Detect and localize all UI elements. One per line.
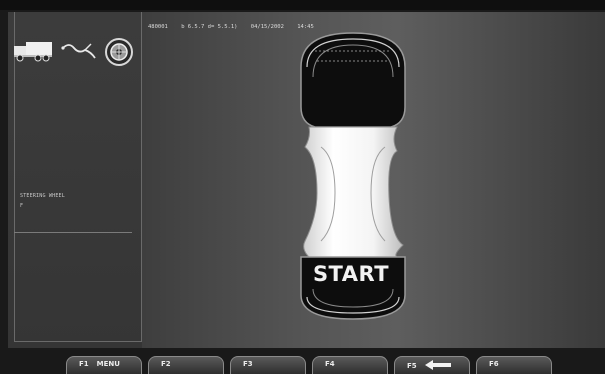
top-border: [0, 0, 605, 10]
f1-menu-button[interactable]: F1 MENU: [66, 356, 142, 374]
panel-value: F: [20, 203, 24, 209]
start-label[interactable]: START: [298, 262, 404, 286]
left-panel-divider: [14, 232, 132, 233]
arrow-left-icon: [424, 360, 451, 372]
cable-icon[interactable]: [61, 38, 101, 66]
balancer-screen: STEERING WHEEL F 480001 b 6.5.7 d= 5.5.1…: [0, 0, 605, 374]
f5-back-button[interactable]: F5: [394, 356, 470, 374]
tire-rim-illustration: [291, 27, 415, 351]
f1-key-label: F1: [79, 360, 89, 368]
wheel-icon[interactable]: [104, 37, 134, 71]
f5-key-label: F5: [407, 362, 417, 370]
f6-button[interactable]: F6: [476, 356, 552, 374]
f4-button[interactable]: F4: [312, 356, 388, 374]
f4-key-label: F4: [325, 360, 335, 368]
wheel-dimensions: b 6.5.7 d= 5.5.1): [181, 24, 238, 30]
truck-icon[interactable]: [14, 40, 54, 66]
f2-key-label: F2: [161, 360, 171, 368]
f3-button[interactable]: F3: [230, 356, 306, 374]
machine-id: 480001: [148, 24, 168, 30]
f2-button[interactable]: F2: [148, 356, 224, 374]
f1-function-label: MENU: [96, 360, 120, 368]
f6-key-label: F6: [489, 360, 499, 368]
panel-label: STEERING WHEEL: [20, 193, 65, 199]
status-date: 04/15/2002: [250, 24, 284, 30]
f3-key-label: F3: [243, 360, 253, 368]
